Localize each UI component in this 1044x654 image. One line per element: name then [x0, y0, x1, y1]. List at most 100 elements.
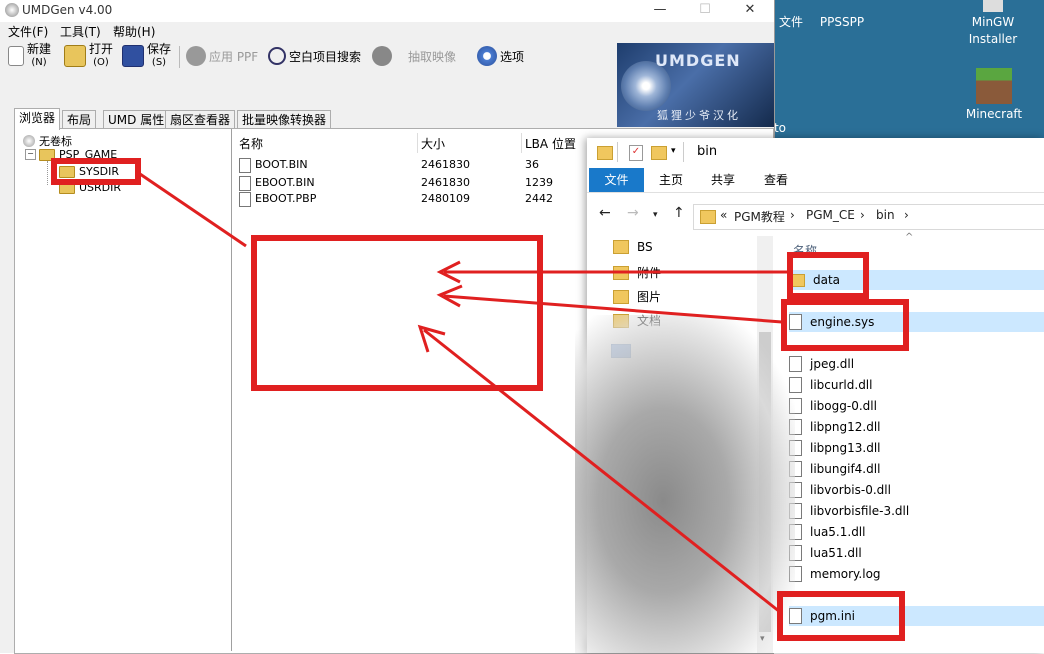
file-name: libpng13.dll: [810, 441, 881, 455]
collapse-toggle[interactable]: −: [25, 149, 36, 160]
nav-item[interactable]: 附件: [613, 264, 661, 281]
tab-sector-viewer[interactable]: 扇区查看器: [165, 110, 236, 129]
tree-root[interactable]: 无卷标: [23, 133, 72, 149]
address-overflow[interactable]: «: [720, 208, 727, 222]
breadcrumb-item[interactable]: PGM教程: [734, 208, 785, 225]
list-item[interactable]: libogg-0.dll: [789, 396, 1044, 416]
minimize-button[interactable]: —: [638, 0, 682, 22]
properties-icon[interactable]: ✓: [629, 145, 643, 161]
close-button[interactable]: ✕: [728, 0, 772, 22]
tree-line: [47, 161, 49, 185]
magnifier-icon: [268, 47, 286, 65]
list-item[interactable]: jpeg.dll: [789, 354, 1044, 374]
column-header-size[interactable]: 大小: [421, 135, 445, 152]
toolbar: 新建 (N) 打开 (O) 保存 (S) 应用 PPF 空白项目搜索 抽取映像 选项: [0, 40, 612, 72]
tree-item-usrdir[interactable]: USRDIR: [59, 181, 121, 194]
new-button[interactable]: 新建 (N): [8, 42, 51, 70]
back-arrow-icon[interactable]: ←: [599, 205, 611, 221]
column-header-lba[interactable]: LBA 位置: [525, 135, 576, 152]
tab-layout[interactable]: 布局: [62, 110, 97, 129]
quick-access-dropdown-icon[interactable]: ▾: [671, 146, 676, 156]
breadcrumb-item[interactable]: bin: [876, 208, 895, 222]
address-bar[interactable]: « PGM教程 › PGM_CE › bin ›: [693, 204, 1044, 230]
menu-tools[interactable]: 工具(T): [60, 23, 101, 40]
desktop-icon-label: to: [773, 121, 787, 135]
list-item[interactable]: lua5.1.dll: [789, 522, 1044, 542]
window-title: UMDGen v4.00: [22, 3, 113, 17]
ribbon-tab-home[interactable]: 主页: [651, 168, 691, 192]
extract-extra-icon-button[interactable]: [372, 42, 395, 70]
breadcrumb-separator: ›: [904, 208, 909, 222]
ribbon-tab-share[interactable]: 共享: [705, 168, 741, 192]
list-item[interactable]: libvorbis-0.dll: [789, 480, 1044, 500]
open-button[interactable]: 打开 (O): [64, 42, 113, 70]
nav-item[interactable]: BS: [613, 240, 653, 254]
file-list-pane: ^ 名称 data engine.sys jpeg.dll libcurld.d…: [777, 232, 1044, 653]
list-item[interactable]: libpng12.dll: [789, 417, 1044, 437]
desktop-icon-label: Minecraft: [965, 107, 1023, 121]
new-folder-icon[interactable]: [651, 146, 667, 160]
file-name: memory.log: [810, 567, 881, 581]
up-arrow-icon[interactable]: ↑: [673, 205, 685, 221]
explorer-titlebar[interactable]: ✓ ▾ bin: [587, 138, 1044, 168]
list-item[interactable]: libvorbisfile-3.dll: [789, 501, 1044, 521]
menu-help[interactable]: 帮助(H): [113, 23, 155, 40]
file-icon: [239, 176, 251, 191]
umdgen-logo: UMDGEN 狐狸少爷汉化: [617, 43, 774, 127]
file-name: pgm.ini: [810, 609, 856, 623]
tab-browser[interactable]: 浏览器: [14, 108, 61, 130]
nav-item[interactable]: 图片: [613, 288, 661, 305]
apply-ppf-button[interactable]: 应用 PPF: [186, 42, 258, 70]
list-item[interactable]: libpng13.dll: [789, 438, 1044, 458]
desktop-icon-label: 文件: [778, 15, 803, 29]
forward-arrow-icon[interactable]: →: [627, 205, 639, 221]
file-name: libvorbisfile-3.dll: [810, 504, 910, 518]
apply-ppf-label: 应用 PPF: [209, 49, 259, 64]
ribbon-tab-view[interactable]: 查看: [757, 168, 795, 192]
sort-up-icon: ^: [905, 232, 914, 243]
umdgen-titlebar[interactable]: UMDGen v4.00 — ☐ ✕: [0, 0, 774, 22]
tree-item-psp-game[interactable]: PSP_GAME: [39, 148, 117, 161]
column-header-name[interactable]: 名称: [793, 242, 817, 259]
file-lba: 1239: [525, 176, 553, 189]
file-name: engine.sys: [810, 315, 875, 329]
file-name: lua5.1.dll: [810, 525, 866, 539]
breadcrumb-separator: ›: [860, 208, 865, 222]
recent-dropdown-icon[interactable]: ▾: [653, 210, 658, 220]
file-name: libvorbis-0.dll: [810, 483, 891, 497]
list-item[interactable]: lua51.dll: [789, 543, 1044, 563]
nav-item-label: BS: [637, 240, 653, 254]
blank-search-button[interactable]: 空白项目搜索: [268, 42, 361, 70]
new-document-icon: [8, 46, 24, 66]
options-button[interactable]: 选项: [477, 42, 524, 70]
open-shortcut: (O): [93, 57, 109, 68]
tab-umd-properties[interactable]: UMD 属性: [103, 110, 170, 129]
list-item[interactable]: pgm.ini: [789, 606, 1044, 626]
file-name: EBOOT.PBP: [255, 192, 317, 205]
file-size: 2461830: [421, 176, 470, 189]
save-disk-icon: [122, 45, 144, 67]
open-folder-icon: [64, 45, 86, 67]
list-item[interactable]: libungif4.dll: [789, 459, 1044, 479]
column-header-name[interactable]: 名称: [239, 135, 263, 152]
file-lba: 2442: [525, 192, 553, 205]
ribbon: 文件 主页 共享 查看: [587, 168, 1044, 193]
minecraft-icon[interactable]: Minecraft: [954, 68, 1034, 123]
list-item[interactable]: data: [789, 270, 1044, 290]
breadcrumb-item[interactable]: PGM_CE: [806, 208, 855, 222]
file-name: libogg-0.dll: [810, 399, 877, 413]
folder-icon: [613, 289, 629, 304]
save-button[interactable]: 保存 (S): [122, 42, 171, 70]
maximize-button[interactable]: ☐: [683, 0, 727, 22]
ppsspp-icon[interactable]: PPSSPP: [802, 14, 882, 31]
mingw-icon[interactable]: MinGW Installer: [953, 0, 1033, 48]
tree-item-sysdir[interactable]: SYSDIR: [59, 165, 119, 178]
ribbon-tab-file[interactable]: 文件: [589, 168, 644, 192]
noise-overlay: [575, 315, 795, 653]
list-item[interactable]: memory.log: [789, 564, 1044, 584]
list-item[interactable]: engine.sys: [789, 312, 1044, 332]
list-item[interactable]: libcurld.dll: [789, 375, 1044, 395]
menu-file[interactable]: 文件(F): [8, 23, 48, 40]
tab-batch-converter[interactable]: 批量映像转换器: [237, 110, 332, 129]
extract-image-button[interactable]: 抽取映像: [408, 42, 456, 70]
